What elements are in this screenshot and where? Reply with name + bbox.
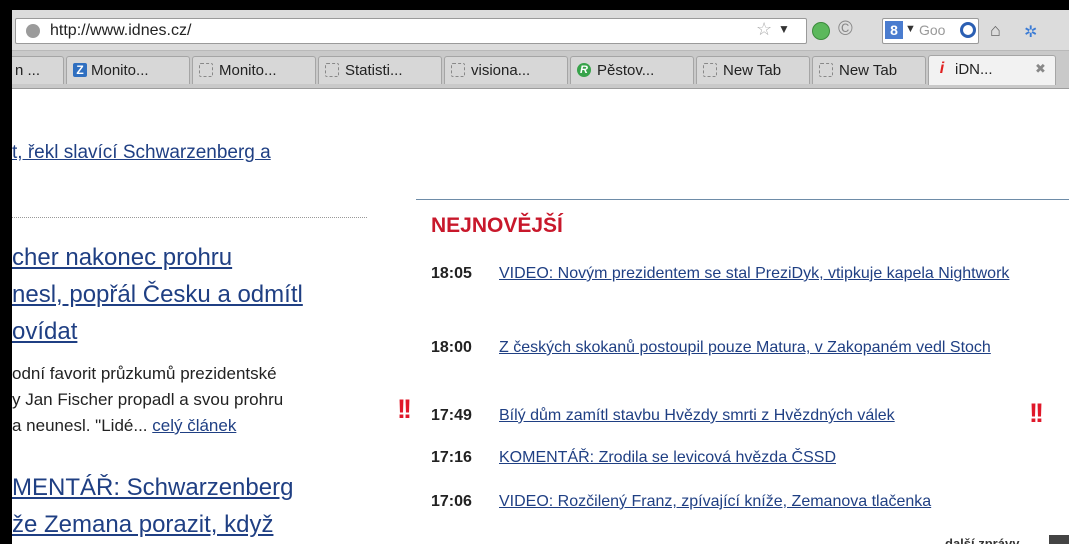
news-time: 18:00 — [431, 339, 472, 356]
tab-strip: n ... Z Monito... Monito... Statisti... … — [12, 51, 1069, 89]
tab-label: Pěstov... — [597, 62, 655, 79]
alert-exclamation-icon: !! — [397, 394, 412, 424]
tab-visiona[interactable]: visiona... — [444, 56, 568, 84]
tab-label: visiona... — [471, 62, 531, 79]
google-engine-icon[interactable]: 8 — [885, 21, 903, 39]
story-headline: cher nakonec prohru nesl, popřál Česku a… — [12, 239, 372, 350]
news-item: 18:00 Z českých skokanů postoupil pouze … — [431, 337, 1069, 383]
blank-page-icon — [703, 63, 717, 77]
bookmark-star-icon[interactable]: ☆ — [756, 19, 772, 40]
news-item: 17:49 Bílý dům zamítl stavbu Hvězdy smrt… — [431, 405, 1069, 429]
navigation-toolbar: http://www.idnes.cz/ ☆ ▼ © 8 ▼ Goo ⌂ ✲ — [12, 10, 1069, 51]
url-field[interactable]: http://www.idnes.cz/ ☆ ▼ — [15, 18, 807, 44]
more-news-link[interactable]: další zprávy — [945, 536, 1019, 544]
tab-label: New Tab — [839, 62, 898, 79]
blank-page-icon — [451, 63, 465, 77]
story-title-link-1[interactable]: cher nakonec prohru — [12, 244, 232, 271]
komentar-headline: MENTÁŘ: Schwarzenberg že Zemana porazit,… — [12, 469, 372, 543]
page-content: t, řekl slavící Schwarzenberg a cher nak… — [12, 89, 1069, 544]
tab-label: iDN... — [955, 61, 993, 78]
news-item: 17:06 VIDEO: Rozčilený Franz, zpívající … — [431, 491, 1069, 515]
extension-icon[interactable]: ✲ — [1024, 22, 1037, 42]
perex-line: y Jan Fischer propadl a svou prohru — [12, 390, 284, 409]
addon-green-icon[interactable] — [812, 22, 830, 40]
news-item: 17:16 KOMENTÁŘ: Zrodila se levicová hvěz… — [431, 447, 1069, 471]
news-item: 18:05 VIDEO: Novým prezidentem se stal P… — [431, 263, 1069, 309]
tab-label: Statisti... — [345, 62, 403, 79]
blank-page-icon — [325, 63, 339, 77]
newest-heading: NEJNOVĚJŠÍ — [431, 214, 563, 237]
komentar-link-2[interactable]: že Zemana porazit, když — [12, 511, 273, 538]
news-link[interactable]: Z českých skokanů postoupil pouze Matura… — [499, 337, 1069, 359]
close-icon[interactable]: ✖ — [1035, 61, 1046, 77]
lead-link-line: t, řekl slavící Schwarzenberg a — [12, 142, 271, 164]
url-dropdown-icon[interactable]: ▼ — [778, 22, 790, 36]
alert-exclamation-icon: !! — [1029, 398, 1044, 428]
search-box[interactable]: 8 ▼ Goo — [882, 18, 979, 44]
story-perex: odní favorit průzkumů prezidentské y Jan… — [12, 361, 372, 439]
tab-monitor-2[interactable]: Monito... — [192, 56, 316, 84]
blank-page-icon — [819, 63, 833, 77]
tab-new-2[interactable]: New Tab — [812, 56, 926, 84]
news-link[interactable]: Bílý dům zamítl stavbu Hvězdy smrti z Hv… — [499, 405, 1069, 427]
news-link[interactable]: KOMENTÁŘ: Zrodila se levicová hvězda ČSS… — [499, 447, 1069, 469]
tab-label: Monito... — [219, 62, 277, 79]
more-news-arrow-icon[interactable] — [1049, 535, 1069, 544]
tab-new-1[interactable]: New Tab — [696, 56, 810, 84]
search-icon[interactable] — [960, 22, 976, 38]
url-text[interactable]: http://www.idnes.cz/ — [50, 22, 191, 40]
news-time: 18:05 — [431, 265, 472, 282]
home-icon[interactable]: ⌂ — [990, 20, 1001, 41]
search-engine-dropdown-icon[interactable]: ▼ — [905, 23, 916, 35]
perex-line: a neunesl. "Lidé... — [12, 416, 153, 435]
tab-partial[interactable]: n ... — [12, 56, 64, 84]
blank-page-icon — [199, 63, 213, 77]
tab-statistics[interactable]: Statisti... — [318, 56, 442, 84]
section-divider — [416, 199, 1069, 200]
news-link[interactable]: VIDEO: Novým prezidentem se stal PreziDy… — [499, 263, 1069, 285]
komentar-link-1[interactable]: MENTÁŘ: Schwarzenberg — [12, 474, 293, 501]
search-input[interactable]: Goo — [919, 22, 945, 38]
news-time: 17:49 — [431, 407, 472, 424]
perex-line: odní favorit průzkumů prezidentské — [12, 364, 277, 383]
tab-label: Monito... — [91, 62, 149, 79]
tab-pestov[interactable]: R Pěstov... — [570, 56, 694, 84]
globe-icon — [26, 24, 40, 38]
lead-link[interactable]: t, řekl slavící Schwarzenberg a — [12, 142, 271, 163]
news-time: 17:16 — [431, 449, 472, 466]
tab-label: n ... — [15, 62, 41, 79]
tab-label: New Tab — [723, 62, 782, 79]
news-link[interactable]: VIDEO: Rozčilený Franz, zpívající kníže,… — [499, 491, 1069, 513]
dotted-divider — [12, 217, 367, 218]
reload-c-icon[interactable]: © — [838, 18, 853, 41]
tab-idnes-active[interactable]: i iDN... ✖ — [928, 55, 1056, 85]
news-time: 17:06 — [431, 493, 472, 510]
browser-window: http://www.idnes.cz/ ☆ ▼ © 8 ▼ Goo ⌂ ✲ n… — [12, 10, 1069, 544]
r-logo-icon: R — [577, 63, 591, 77]
story-title-link-2[interactable]: nesl, popřál Česku a odmítl — [12, 281, 303, 308]
tab-monitor-1[interactable]: Z Monito... — [66, 56, 190, 84]
idnes-icon: i — [939, 60, 945, 77]
full-article-link[interactable]: celý článek — [152, 416, 236, 435]
story-title-link-3[interactable]: ovídat — [12, 318, 77, 345]
z-logo-icon: Z — [73, 63, 87, 77]
